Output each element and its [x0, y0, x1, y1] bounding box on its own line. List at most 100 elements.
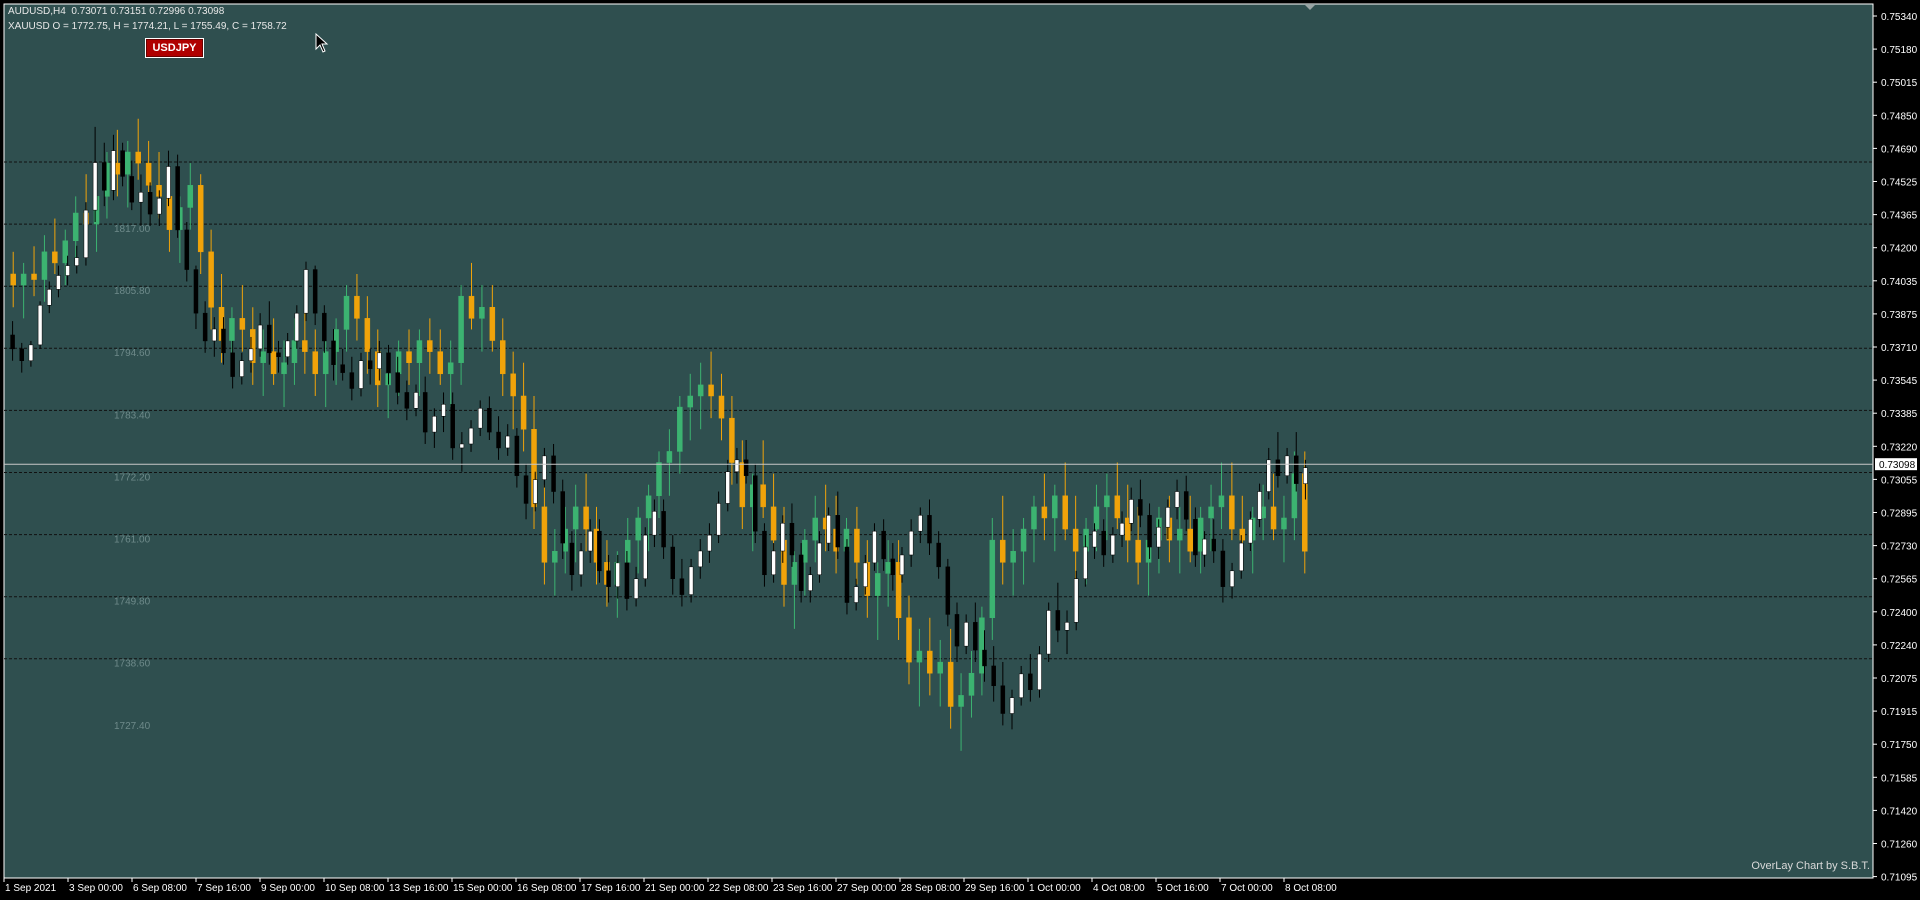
- audusd-candle: [358, 360, 364, 389]
- price-axis: 0.75340 0.75180 0.75015 0.74850 0.74690 0.745…: [1873, 12, 1918, 884]
- time-label: 23 Sep 16:00: [773, 883, 833, 894]
- time-label: 7 Sep 16:00: [197, 883, 251, 894]
- audusd-candle: [157, 197, 162, 215]
- price-label: 0.71750: [1881, 740, 1918, 751]
- audusd-candle: [1083, 546, 1088, 579]
- xauusd-candle: [145, 162, 152, 186]
- price-label: 0.73385: [1881, 409, 1918, 420]
- audusd-candle: [1229, 570, 1235, 587]
- audusd-candle: [743, 459, 749, 476]
- audusd-candle: [1257, 491, 1262, 520]
- xauusd-candle: [885, 562, 891, 574]
- audusd-candle: [762, 530, 767, 576]
- audusd-candle: [505, 435, 510, 449]
- audusd-candle: [432, 415, 437, 433]
- chart-plot[interactable]: 1817.00 1805.80 1794.60 1783.40 1772.20 1761.…: [0, 0, 1920, 900]
- xauusd-candle: [520, 395, 527, 430]
- time-label: 1 Sep 2021: [5, 883, 57, 894]
- audusd-candle: [844, 546, 850, 603]
- audusd-candle: [331, 340, 336, 365]
- xauusd-candle: [62, 240, 69, 264]
- xauusd-candle: [854, 528, 860, 563]
- audusd-candle: [257, 324, 263, 350]
- audusd-candle: [28, 344, 34, 361]
- audusd-candle: [1128, 499, 1134, 524]
- audusd-candle: [175, 166, 180, 231]
- audusd-candle: [1248, 519, 1253, 544]
- overlay-level-label: 1772.20: [114, 472, 151, 483]
- xauusd-candle: [916, 650, 923, 663]
- audusd-candle: [652, 511, 657, 536]
- time-label: 28 Sep 08:00: [901, 883, 961, 894]
- xauusd-candle: [552, 550, 558, 563]
- xauusd-candle: [677, 406, 683, 452]
- xauusd-candle: [458, 295, 464, 363]
- audusd-candle: [1183, 491, 1189, 520]
- price-label: 0.72565: [1881, 575, 1918, 586]
- xauusd-candle: [1187, 528, 1193, 552]
- audusd-candle: [1000, 685, 1006, 714]
- audusd-candle: [514, 435, 520, 476]
- audusd-candle: [734, 459, 740, 472]
- audusd-candle: [826, 515, 831, 544]
- audusd-candle: [1119, 522, 1125, 536]
- xauusd-candle: [989, 539, 996, 619]
- audusd-candle: [899, 554, 905, 576]
- audusd-candle: [212, 328, 217, 342]
- audusd-candle: [927, 515, 932, 544]
- xauusd-candle: [1270, 506, 1277, 530]
- audusd-candle: [349, 372, 355, 389]
- audusd-candle: [1101, 530, 1106, 556]
- overlay-symbol-button[interactable]: USDJPY: [145, 38, 204, 58]
- xauusd-candle: [697, 384, 704, 397]
- xauusd-candle: [125, 151, 131, 175]
- xauusd-candle: [999, 539, 1006, 563]
- xauusd-candle: [1072, 528, 1079, 552]
- audusd-candle: [725, 471, 731, 504]
- audusd-candle: [542, 455, 547, 480]
- audusd-candle: [468, 427, 474, 445]
- xauusd-candle: [239, 318, 246, 330]
- xauusd-candle: [187, 185, 194, 208]
- audusd-candle: [239, 360, 245, 377]
- audusd-candle: [1037, 653, 1042, 690]
- xauusd-candle: [197, 185, 204, 253]
- xauusd-candle: [1104, 495, 1110, 508]
- audusd-candle: [587, 530, 593, 552]
- xauusd-candle: [812, 517, 818, 541]
- audusd-candle: [19, 348, 25, 361]
- xauusd-candle: [1052, 495, 1058, 519]
- price-label: 0.71585: [1881, 773, 1918, 784]
- audusd-candle: [377, 352, 382, 369]
- audusd-candle: [10, 334, 15, 350]
- audusd-candle: [230, 352, 235, 377]
- xauusd-candle: [260, 351, 266, 363]
- overlay-level-label: 1749.80: [114, 597, 151, 608]
- xauusd-candle: [1114, 495, 1121, 519]
- audusd-candle: [441, 404, 446, 417]
- xauusd-candle: [1229, 495, 1235, 530]
- audusd-candle: [698, 550, 703, 568]
- audusd-candle: [578, 550, 584, 576]
- xauusd-candle: [281, 362, 287, 375]
- audusd-candle: [221, 328, 226, 354]
- price-label: 0.74525: [1881, 178, 1918, 189]
- audusd-candle: [340, 364, 345, 373]
- xauusd-candle: [1239, 528, 1246, 541]
- price-label: 0.73545: [1881, 376, 1918, 387]
- xauusd-candle: [510, 373, 516, 397]
- audusd-candle: [1174, 491, 1180, 508]
- audusd-candle: [569, 542, 575, 576]
- audusd-candle: [395, 372, 400, 393]
- audusd-candle: [267, 324, 272, 354]
- time-label: 21 Sep 00:00: [645, 883, 705, 894]
- audusd-candle: [1211, 538, 1216, 552]
- time-label: 22 Sep 08:00: [709, 883, 769, 894]
- chart-window[interactable]: 1817.00 1805.80 1794.60 1783.40 1772.20 1761.…: [0, 0, 1920, 900]
- audusd-candle: [1073, 578, 1079, 623]
- audusd-candle: [422, 392, 428, 433]
- audusd-candle: [477, 408, 483, 429]
- xauusd-candle: [874, 573, 881, 596]
- audusd-candle: [1092, 530, 1097, 548]
- audusd-candle: [129, 176, 135, 203]
